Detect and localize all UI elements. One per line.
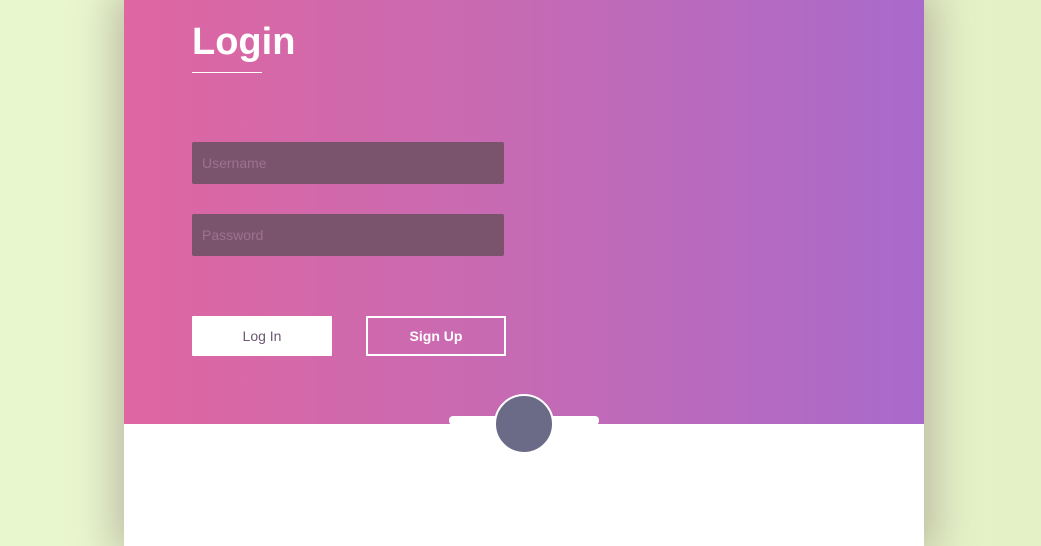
login-panel: Login Log In Sign Up — [124, 0, 924, 424]
password-input[interactable] — [192, 214, 504, 256]
avatar[interactable] — [494, 394, 554, 454]
login-button[interactable]: Log In — [192, 316, 332, 356]
signup-button[interactable]: Sign Up — [366, 316, 506, 356]
login-card: Login Log In Sign Up — [124, 0, 924, 546]
username-input[interactable] — [192, 142, 504, 184]
title-underline — [192, 72, 262, 73]
page-title: Login — [192, 21, 296, 63]
